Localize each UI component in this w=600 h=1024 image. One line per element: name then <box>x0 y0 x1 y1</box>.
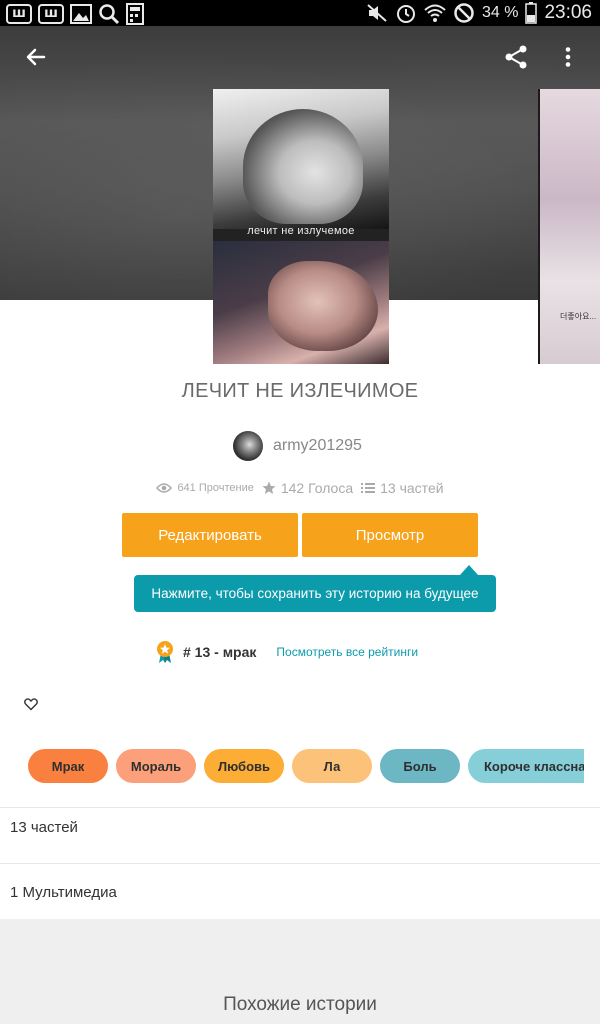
parts-count: 13 частей <box>380 480 444 496</box>
see-all-rankings-link[interactable]: Посмотреть все рейтинги <box>276 645 418 659</box>
author-name[interactable]: army201295 <box>273 437 362 455</box>
tag-chip[interactable]: Мрак <box>28 749 108 783</box>
search-icon <box>99 4 120 25</box>
avatar[interactable] <box>233 431 263 461</box>
tooltip-text: Нажмите, чтобы сохранить эту историю на … <box>151 586 479 601</box>
next-story-cover[interactable]: 더좋아요... <box>538 89 600 364</box>
share-button[interactable] <box>496 37 536 77</box>
tag-chip[interactable]: Короче классная <box>468 749 584 783</box>
wifi-icon <box>424 4 446 22</box>
status-left-icons: ш ш <box>6 3 144 25</box>
next-cover-caption: 더좋아요... <box>560 312 597 321</box>
story-title: ЛЕЧИТ НЕ ИЗЛЕЧИМОЕ <box>181 380 419 402</box>
list-icon <box>361 483 376 493</box>
back-button[interactable] <box>16 37 56 77</box>
cover-photo-bottom <box>213 241 389 364</box>
ranking-badge-icon <box>157 641 173 663</box>
rank-label: # 13 - мрак <box>183 644 257 660</box>
image-icon <box>70 4 92 24</box>
status-right-icons: 34 % 23:06 <box>366 2 592 24</box>
author-row[interactable]: army201295 <box>233 431 362 461</box>
story-cover[interactable]: лечит не излучемое <box>213 89 389 364</box>
blocked-icon <box>454 3 474 23</box>
like-button[interactable] <box>24 697 40 713</box>
share-icon <box>505 45 527 69</box>
similar-stories-title: Похожие истории <box>223 994 377 1015</box>
tag-chip[interactable]: Ла <box>292 749 372 783</box>
view-button[interactable]: Просмотр <box>302 513 478 557</box>
divider <box>0 807 600 808</box>
votes-count: 142 Голоса <box>280 480 354 496</box>
battery-icon <box>525 2 538 24</box>
mute-icon <box>367 4 387 22</box>
tags-row: Мрак Мораль Любовь Ла Боль Короче классн… <box>28 749 584 783</box>
parts-row[interactable]: 13 частей <box>10 819 78 836</box>
cover-caption: лечит не излучемое <box>247 225 355 237</box>
save-tooltip[interactable]: Нажмите, чтобы сохранить эту историю на … <box>134 565 496 612</box>
divider <box>0 863 600 864</box>
back-arrow-icon <box>26 48 46 66</box>
app-badge-icon: ш <box>38 4 64 24</box>
alarm-icon <box>396 5 415 23</box>
tag-chip[interactable]: Любовь <box>204 749 284 783</box>
more-vert-icon <box>565 47 571 67</box>
reads-count: 641 Прочтение <box>177 482 254 494</box>
battery-percent: 34 % <box>481 4 519 21</box>
eye-icon <box>156 483 173 493</box>
cover-photo-top <box>213 89 389 229</box>
tag-chip[interactable]: Мораль <box>116 749 196 783</box>
heart-icon <box>24 698 38 711</box>
story-stats: 641 Прочтение 142 Голоса 13 частей <box>0 480 600 496</box>
clock: 23:06 <box>544 2 592 23</box>
votes-stat: 142 Голоса <box>262 480 353 496</box>
tag-chip[interactable]: Боль <box>380 749 460 783</box>
parts-stat: 13 частей <box>361 480 444 496</box>
calculator-icon <box>126 3 144 25</box>
more-options-button[interactable] <box>548 37 588 77</box>
star-icon <box>262 481 276 494</box>
reads-stat: 641 Прочтение <box>156 482 254 494</box>
multimedia-row[interactable]: 1 Мультимедиа <box>10 884 117 901</box>
app-badge-icon: ш <box>6 4 32 24</box>
similar-stories-section: Похожие истории <box>0 919 600 1024</box>
status-bar: ш ш 34 % 23:06 <box>0 0 600 26</box>
ranking-row: # 13 - мрак Посмотреть все рейтинги <box>155 640 418 664</box>
edit-button[interactable]: Редактировать <box>122 513 298 557</box>
